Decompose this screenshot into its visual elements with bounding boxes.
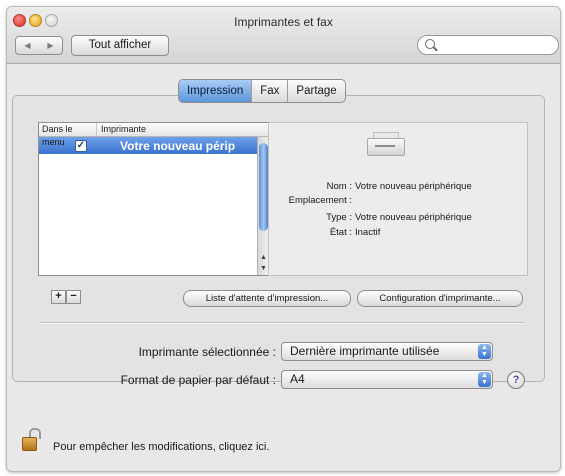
- popup-arrows-icon: ▲ ▼: [478, 372, 491, 387]
- lock-message: Pour empêcher les modifications, cliquez…: [53, 441, 270, 453]
- printer-list[interactable]: Dans le menu Imprimante ✓ Votre nouveau …: [38, 122, 270, 276]
- detail-label: Type :: [326, 212, 352, 223]
- show-all-button[interactable]: Tout afficher: [71, 35, 169, 56]
- printer-details: Nom : Votre nouveau périphérique Emplace…: [268, 122, 528, 276]
- detail-label: État :: [329, 227, 352, 238]
- print-queue-button[interactable]: Liste d'attente d'impression...: [183, 290, 351, 307]
- scroll-down-arrow-icon[interactable]: ▼: [259, 264, 268, 274]
- search-icon: [425, 39, 435, 49]
- printer-name: Votre nouveau périp: [120, 138, 236, 153]
- detail-value: Inactif: [355, 227, 381, 238]
- scrollbar-thumb[interactable]: [259, 143, 268, 231]
- printer-icon: [365, 132, 405, 160]
- tab-bar: Impression Fax Partage: [178, 79, 346, 103]
- search-field[interactable]: [417, 35, 559, 55]
- scroll-up-arrow-icon[interactable]: ▲: [259, 253, 268, 263]
- popup-arrows-icon: ▲ ▼: [478, 344, 491, 359]
- list-item[interactable]: ✓ Votre nouveau périp: [39, 137, 258, 154]
- printer-list-header: Dans le menu Imprimante: [39, 123, 269, 147]
- tab-partage[interactable]: Partage: [288, 80, 344, 102]
- forward-arrow-icon[interactable]: ▶: [47, 41, 53, 50]
- help-button[interactable]: ?: [507, 371, 525, 389]
- selected-printer-label: Imprimante sélectionnée :: [138, 345, 276, 359]
- detail-value: Votre nouveau périphérique: [355, 181, 472, 192]
- column-header-printer[interactable]: Imprimante: [97, 123, 146, 136]
- window-title: Imprimantes et fax: [234, 15, 333, 29]
- lock-icon[interactable]: [22, 428, 42, 451]
- back-forward-buttons[interactable]: ◀ ▶: [15, 36, 63, 55]
- in-menu-checkbox[interactable]: ✓: [75, 139, 87, 152]
- tab-impression[interactable]: Impression: [179, 80, 253, 102]
- tab-fax[interactable]: Fax: [252, 80, 289, 102]
- divider: [40, 322, 524, 324]
- paper-size-label: Format de papier par défaut :: [120, 373, 276, 387]
- detail-label: Emplacement :: [288, 195, 352, 206]
- selected-printer-value: Dernière imprimante utilisée: [290, 344, 440, 358]
- printer-setup-button[interactable]: Configuration d'imprimante...: [357, 290, 523, 307]
- paper-size-popup[interactable]: A4 ▲ ▼: [281, 370, 493, 389]
- remove-printer-button[interactable]: −: [66, 290, 81, 304]
- column-header-in-menu[interactable]: Dans le menu: [39, 123, 97, 147]
- title-bar: Imprimantes et fax ◀ ▶ Tout afficher: [7, 7, 560, 64]
- detail-value: Votre nouveau périphérique: [355, 212, 472, 223]
- back-arrow-icon[interactable]: ◀: [24, 41, 30, 50]
- detail-label: Nom :: [326, 181, 352, 192]
- add-printer-button[interactable]: +: [51, 290, 66, 304]
- paper-size-value: A4: [290, 372, 305, 386]
- selected-printer-popup[interactable]: Dernière imprimante utilisée ▲ ▼: [281, 342, 493, 361]
